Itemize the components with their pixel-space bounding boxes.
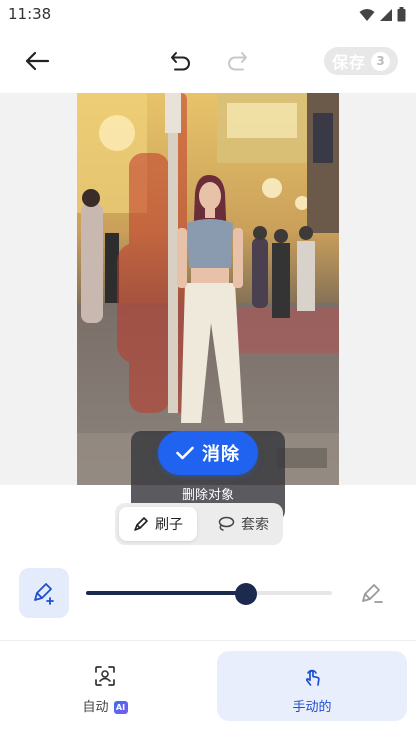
brush-size-slider[interactable]: [86, 583, 332, 605]
redo-button[interactable]: [222, 46, 252, 76]
brush-mode-label: 刷子: [155, 517, 183, 533]
brush-mode-button[interactable]: 刷子: [119, 507, 197, 541]
editing-canvas[interactable]: 删除对象: [0, 93, 416, 521]
undo-icon: [171, 52, 190, 71]
brush-plus-icon: [34, 583, 54, 605]
ai-badge: AI: [113, 701, 128, 714]
tab-auto-label: 自动 AI: [10, 696, 200, 715]
save-count-badge: 3: [371, 51, 390, 71]
tab-auto-text: 自动: [82, 700, 109, 715]
tab-auto[interactable]: 自动 AI: [10, 651, 200, 721]
undo-button[interactable]: [166, 46, 196, 76]
slider-thumb[interactable]: [235, 583, 257, 605]
brush-minus-button[interactable]: [356, 578, 388, 610]
status-time: 11:38: [8, 5, 52, 23]
lasso-mode-label: 套索: [241, 517, 269, 533]
brush-minus-icon: [362, 584, 383, 603]
brush-icon: [134, 517, 148, 531]
tap-hand-icon: [305, 669, 320, 686]
signal-icon: [380, 8, 392, 21]
status-bar: 11:38: [0, 0, 416, 30]
lasso-mode-button[interactable]: 套索: [205, 507, 281, 541]
save-label: 保存: [331, 53, 366, 72]
back-button[interactable]: [22, 46, 52, 76]
brush-add-button[interactable]: [19, 568, 69, 618]
lasso-icon: [218, 516, 235, 531]
tab-manual[interactable]: 手动的: [217, 651, 407, 721]
slider-fill: [86, 591, 246, 595]
erase-button[interactable]: 消除: [158, 431, 258, 475]
selection-mode-toggle: 刷子 套索: [115, 503, 283, 545]
erase-label: 消除: [202, 444, 240, 465]
photo[interactable]: [77, 93, 339, 485]
tab-manual-label: 手动的: [292, 700, 332, 715]
top-toolbar: 保存 3: [0, 40, 416, 82]
status-icons: [359, 7, 406, 22]
loading-text: 删除对象: [181, 488, 234, 503]
save-button[interactable]: 保存 3: [324, 47, 398, 75]
battery-icon: [397, 7, 406, 22]
arrow-left-icon: [25, 51, 50, 71]
wifi-icon: [359, 8, 375, 21]
divider: [0, 640, 416, 641]
redo-icon: [228, 52, 247, 71]
scan-person-icon: [95, 666, 115, 686]
street-photo: [77, 93, 339, 485]
check-icon: [176, 446, 194, 460]
